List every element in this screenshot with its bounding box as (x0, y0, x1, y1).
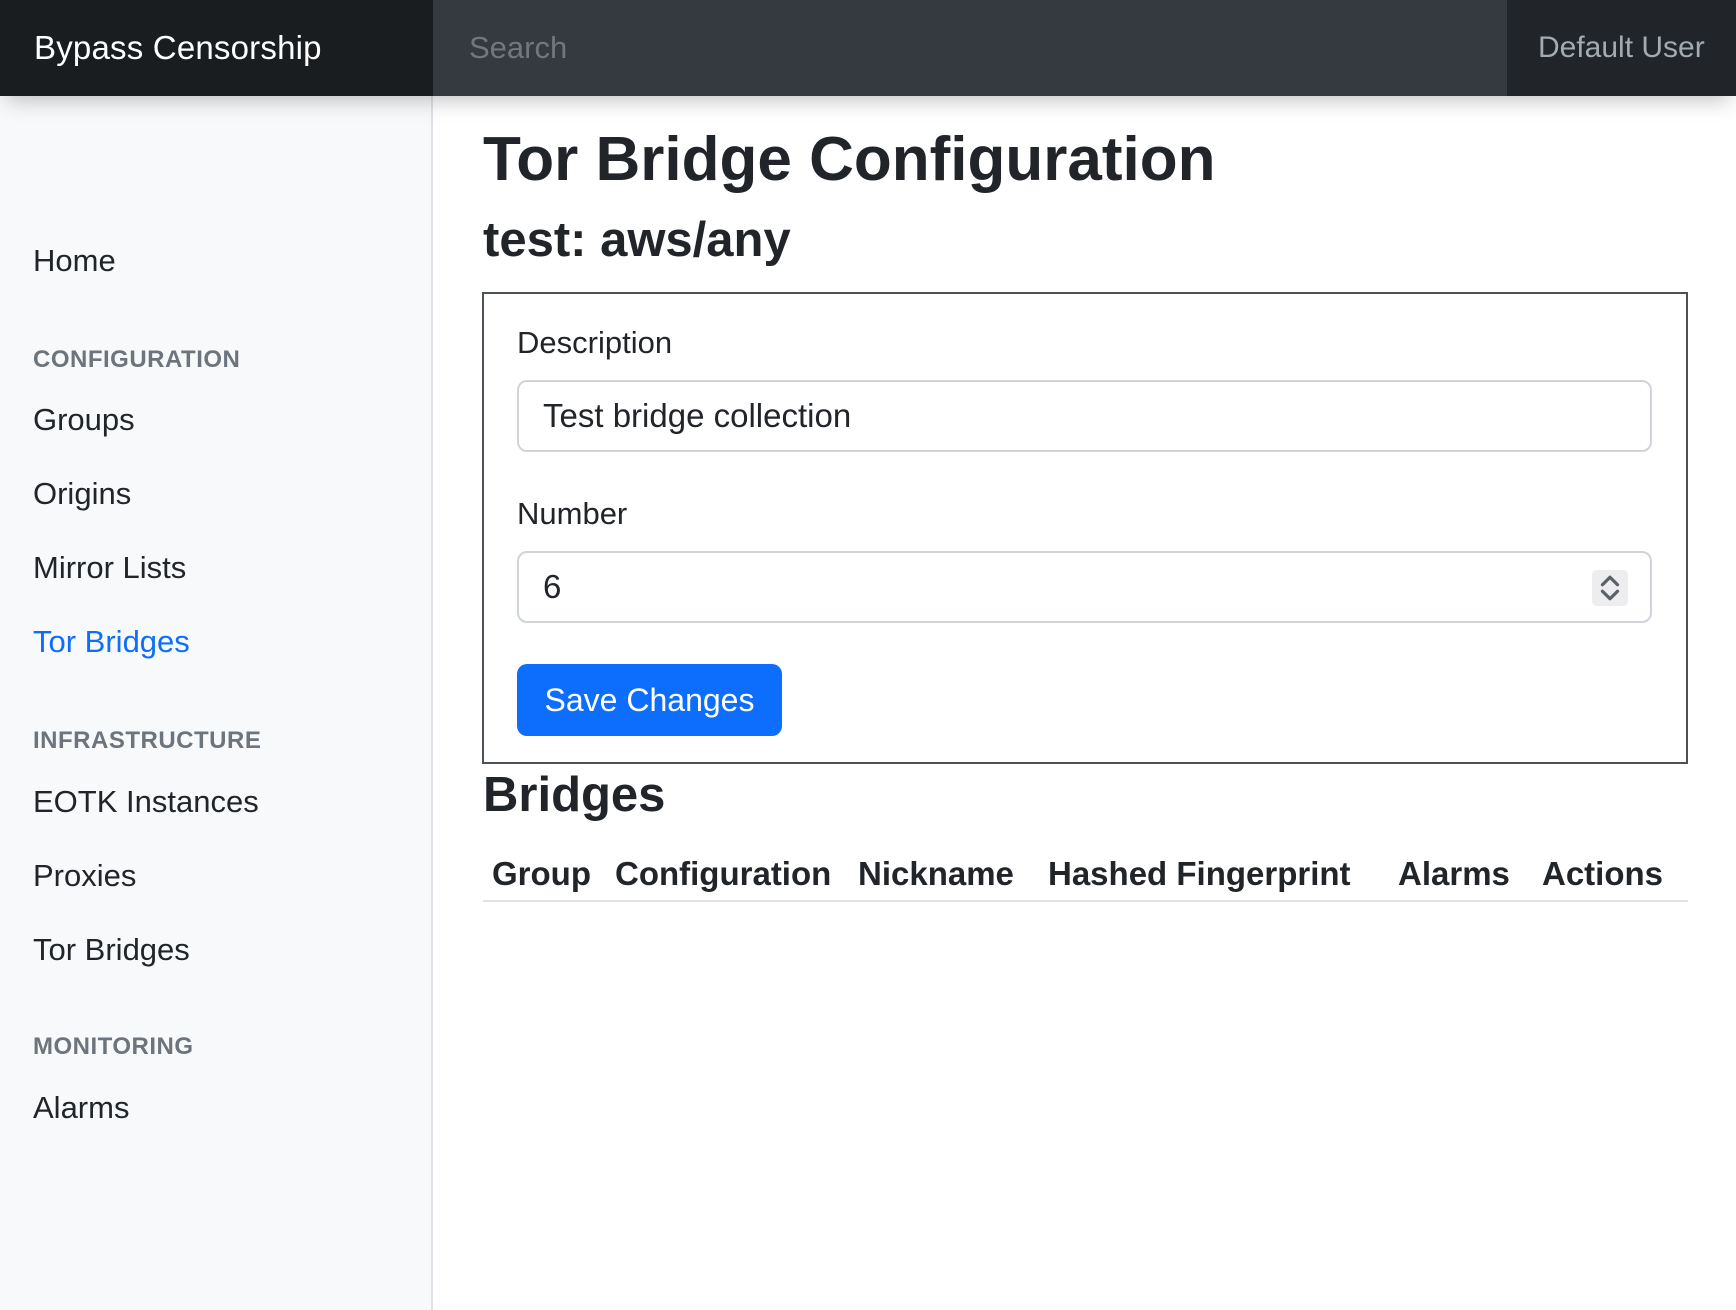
number-stepper[interactable] (1592, 570, 1628, 606)
search-input[interactable] (467, 29, 1371, 67)
page-title: Tor Bridge Configuration (483, 129, 1215, 191)
top-navbar: Bypass Censorship Default User (0, 0, 1736, 96)
column-header-nickname: Nickname (858, 857, 1014, 890)
sidebar-section-configuration: CONFIGURATION (33, 348, 240, 372)
number-input[interactable]: 6 (517, 551, 1652, 623)
user-menu-label: Default User (1538, 31, 1705, 65)
column-header-group: Group (492, 857, 591, 890)
bridges-section-title: Bridges (483, 771, 665, 820)
column-header-hashed-fingerprint: Hashed Fingerprint (1048, 857, 1351, 890)
sidebar-item-proxies[interactable]: Proxies (33, 860, 136, 891)
column-header-configuration: Configuration (615, 857, 831, 890)
app-brand-label: Bypass Censorship (34, 29, 322, 67)
sidebar-item-mirror-lists[interactable]: Mirror Lists (33, 552, 186, 583)
number-label: Number (517, 498, 627, 529)
save-changes-button[interactable]: Save Changes (517, 664, 782, 736)
sidebar-item-groups[interactable]: Groups (33, 404, 135, 435)
page-subtitle: test: aws/any (483, 216, 791, 265)
sidebar-item-eotk-instances[interactable]: EOTK Instances (33, 786, 259, 817)
sidebar-item-tor-bridges-infra[interactable]: Tor Bridges (33, 934, 190, 965)
description-input[interactable]: Test bridge collection (517, 380, 1652, 452)
sidebar-section-monitoring: MONITORING (33, 1035, 194, 1059)
description-label: Description (517, 327, 672, 358)
navbar-search-area (433, 0, 1507, 96)
app-brand[interactable]: Bypass Censorship (0, 0, 433, 96)
user-menu[interactable]: Default User (1507, 0, 1736, 96)
sidebar-item-home[interactable]: Home (33, 245, 116, 276)
table-header-divider (483, 900, 1688, 902)
sidebar-item-tor-bridges-config[interactable]: Tor Bridges (33, 626, 190, 657)
sidebar-item-origins[interactable]: Origins (33, 478, 131, 509)
column-header-alarms: Alarms (1398, 857, 1510, 890)
sidebar-section-infrastructure: INFRASTRUCTURE (33, 729, 261, 753)
stepper-arrows-icon (1599, 574, 1621, 602)
column-header-actions: Actions (1542, 857, 1663, 890)
sidebar: Home CONFIGURATION Groups Origins Mirror… (0, 96, 433, 1310)
number-value: 6 (543, 568, 561, 606)
sidebar-item-alarms[interactable]: Alarms (33, 1092, 129, 1123)
